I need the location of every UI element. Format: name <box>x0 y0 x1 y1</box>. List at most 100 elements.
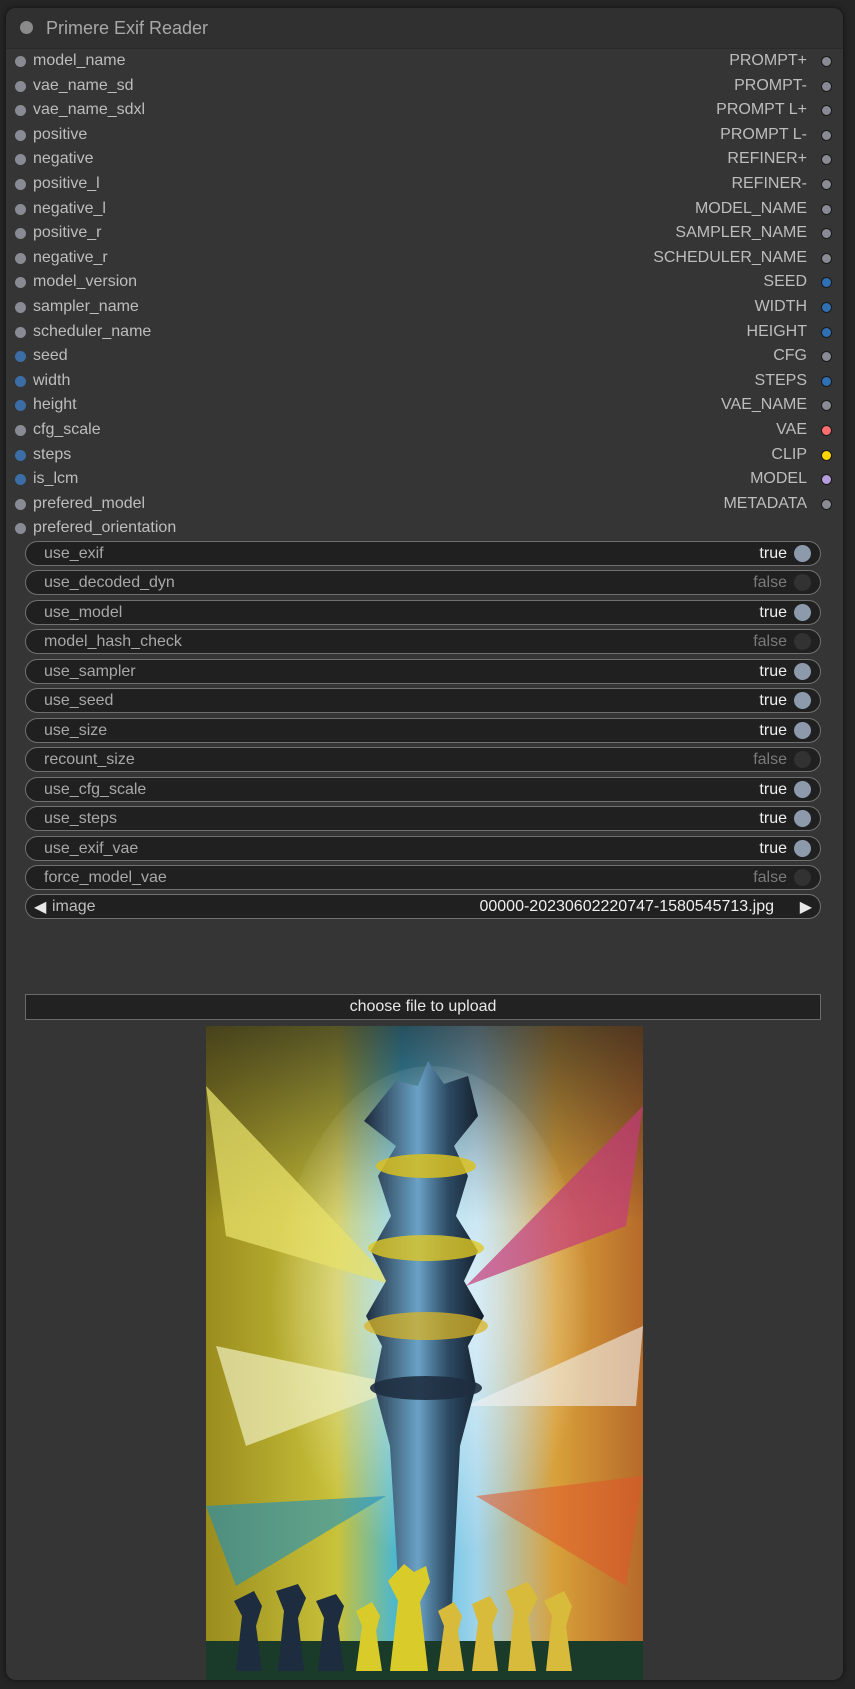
input-slot-dot-icon[interactable] <box>15 105 26 116</box>
toggle-value: false <box>753 574 787 591</box>
toggle-label: use_exif <box>44 545 104 562</box>
node-title-bar[interactable]: Primere Exif Reader <box>6 8 843 49</box>
combo-next-arrow-icon[interactable]: ▶ <box>800 897 812 917</box>
collapse-dot-icon[interactable] <box>20 21 33 34</box>
toggle-knob-icon[interactable] <box>794 633 811 650</box>
output-slot-dot-icon[interactable] <box>821 81 832 92</box>
toggle-knob-icon[interactable] <box>794 781 811 798</box>
output-slot-dot-icon[interactable] <box>821 105 832 116</box>
input-slot-dot-icon[interactable] <box>15 302 26 313</box>
toggle-value: true <box>759 692 787 709</box>
toggle-knob-icon[interactable] <box>794 692 811 709</box>
output-slot-dot-icon[interactable] <box>821 499 832 510</box>
slot-row: width STEPS <box>6 369 843 395</box>
toggle-use-exif[interactable]: use_exif true <box>25 541 821 566</box>
toggle-value: true <box>759 545 787 562</box>
slot-row: negative_l MODEL_NAME <box>6 197 843 223</box>
slot-row: prefered_model METADATA <box>6 492 843 518</box>
toggle-knob-icon[interactable] <box>794 810 811 827</box>
output-slot-dot-icon[interactable] <box>821 56 832 67</box>
toggle-knob-icon[interactable] <box>794 604 811 621</box>
output-slot-dot-icon[interactable] <box>821 400 832 411</box>
output-slot-label: PROMPT L- <box>720 126 807 143</box>
output-slot-dot-icon[interactable] <box>821 253 832 264</box>
toggle-label: use_size <box>44 722 108 739</box>
toggle-value: true <box>759 781 787 798</box>
toggle-knob-icon[interactable] <box>794 751 811 768</box>
output-slot-label: REFINER+ <box>727 150 807 167</box>
toggle-knob-icon[interactable] <box>794 574 811 591</box>
output-slot-dot-icon[interactable] <box>821 179 832 190</box>
input-slot-dot-icon[interactable] <box>15 204 26 215</box>
combo-prev-arrow-icon[interactable]: ◀ <box>34 897 46 917</box>
output-slot-dot-icon[interactable] <box>821 204 832 215</box>
input-slot-dot-icon[interactable] <box>15 228 26 239</box>
slot-row: negative_r SCHEDULER_NAME <box>6 246 843 272</box>
output-slot-dot-icon[interactable] <box>821 351 832 362</box>
toggle-knob-icon[interactable] <box>794 840 811 857</box>
toggle-knob-icon[interactable] <box>794 869 811 886</box>
toggle-knob-icon[interactable] <box>794 722 811 739</box>
input-slot-dot-icon[interactable] <box>15 474 26 485</box>
input-slot-label: prefered_model <box>33 495 146 512</box>
combo-label: image <box>52 898 96 915</box>
input-slot-dot-icon[interactable] <box>15 450 26 461</box>
toggle-use-model[interactable]: use_model true <box>25 600 821 625</box>
output-slot-dot-icon[interactable] <box>821 277 832 288</box>
input-slot-dot-icon[interactable] <box>15 81 26 92</box>
input-slot-dot-icon[interactable] <box>15 400 26 411</box>
slot-row: vae_name_sd PROMPT- <box>6 74 843 100</box>
input-slot-dot-icon[interactable] <box>15 56 26 67</box>
primere-exif-reader-node[interactable]: Primere Exif Reader model_name PROMPT+ vae… <box>6 8 843 1680</box>
output-slot-dot-icon[interactable] <box>821 130 832 141</box>
toggle-knob-icon[interactable] <box>794 545 811 562</box>
upload-button[interactable]: choose file to upload <box>25 994 821 1020</box>
input-slot-dot-icon[interactable] <box>15 499 26 510</box>
toggle-label: recount_size <box>44 751 135 768</box>
toggle-use-decoded-dyn[interactable]: use_decoded_dyn false <box>25 570 821 595</box>
slot-row: vae_name_sdxl PROMPT L+ <box>6 98 843 124</box>
toggle-use-seed[interactable]: use_seed true <box>25 688 821 713</box>
toggle-value: true <box>759 604 787 621</box>
toggle-value: true <box>759 722 787 739</box>
toggle-use-sampler[interactable]: use_sampler true <box>25 659 821 684</box>
input-slot-dot-icon[interactable] <box>15 425 26 436</box>
input-slot-label: seed <box>33 347 68 364</box>
input-slot-dot-icon[interactable] <box>15 327 26 338</box>
toggle-use-size[interactable]: use_size true <box>25 718 821 743</box>
output-slot-dot-icon[interactable] <box>821 376 832 387</box>
toggle-use-exif-vae[interactable]: use_exif_vae true <box>25 836 821 861</box>
slot-row: model_name PROMPT+ <box>6 49 843 75</box>
output-slot-dot-icon[interactable] <box>821 450 832 461</box>
input-slot-label: negative_l <box>33 200 106 217</box>
output-slot-dot-icon[interactable] <box>821 474 832 485</box>
input-slot-dot-icon[interactable] <box>15 179 26 190</box>
input-slot-dot-icon[interactable] <box>15 154 26 165</box>
toggle-knob-icon[interactable] <box>794 663 811 680</box>
slot-row: model_version SEED <box>6 270 843 296</box>
output-slot-dot-icon[interactable] <box>821 327 832 338</box>
input-slot-dot-icon[interactable] <box>15 253 26 264</box>
image-combo[interactable]: ◀ image 00000-20230602220747-1580545713.… <box>25 894 821 919</box>
toggle-label: force_model_vae <box>44 869 167 886</box>
input-slot-dot-icon[interactable] <box>15 351 26 362</box>
input-slot-dot-icon[interactable] <box>15 277 26 288</box>
input-slot-dot-icon[interactable] <box>15 376 26 387</box>
input-slot-dot-icon[interactable] <box>15 130 26 141</box>
toggle-use-cfg-scale[interactable]: use_cfg_scale true <box>25 777 821 802</box>
input-slot-dot-icon[interactable] <box>15 523 26 534</box>
toggle-force-model-vae[interactable]: force_model_vae false <box>25 865 821 890</box>
toggle-value: false <box>753 633 787 650</box>
output-slot-dot-icon[interactable] <box>821 228 832 239</box>
toggle-label: use_decoded_dyn <box>44 574 175 591</box>
input-slot-label: width <box>33 372 71 389</box>
toggle-value: false <box>753 751 787 768</box>
toggle-use-steps[interactable]: use_steps true <box>25 806 821 831</box>
toggle-label: use_model <box>44 604 123 621</box>
output-slot-dot-icon[interactable] <box>821 302 832 313</box>
output-slot-dot-icon[interactable] <box>821 425 832 436</box>
output-slot-dot-icon[interactable] <box>821 154 832 165</box>
toggle-label: use_sampler <box>44 663 136 680</box>
toggle-recount-size[interactable]: recount_size false <box>25 747 821 772</box>
toggle-model-hash-check[interactable]: model_hash_check false <box>25 629 821 654</box>
